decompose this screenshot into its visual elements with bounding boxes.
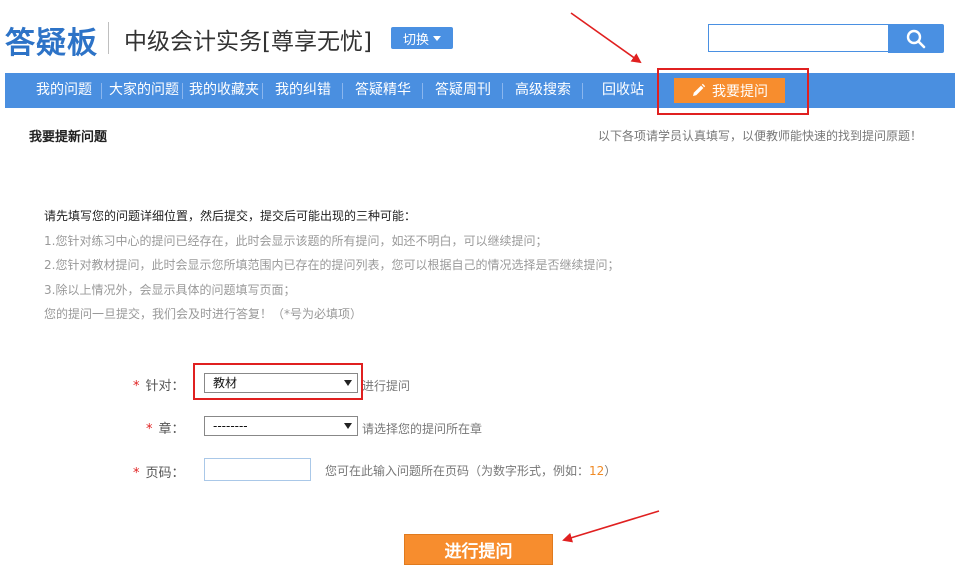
target-selected-value: 教材 bbox=[213, 376, 238, 390]
nav-divider bbox=[182, 83, 183, 99]
chevron-down-icon bbox=[344, 423, 352, 429]
nav-my-questions[interactable]: 我的问题 bbox=[36, 73, 92, 108]
nav-weekly[interactable]: 答疑周刊 bbox=[435, 73, 491, 108]
instructions-line: 您的提问一旦提交，我们会及时进行答复！（*号为必填项） bbox=[44, 307, 363, 321]
switch-label: 切换 bbox=[402, 32, 429, 48]
page-label-text: 页码： bbox=[145, 466, 185, 481]
ask-question-button[interactable]: 我要提问 bbox=[674, 78, 785, 103]
nav-advanced-search[interactable]: 高级搜索 bbox=[515, 73, 571, 108]
chevron-down-icon bbox=[344, 380, 352, 386]
required-mark: * bbox=[146, 422, 153, 437]
pencil-icon bbox=[693, 83, 706, 96]
nav-my-corrections[interactable]: 我的纠错 bbox=[275, 73, 331, 108]
instructions-line: 1.您针对练习中心的提问已经存在，此时会显示该题的所有提问，如还不明白，可以继续… bbox=[44, 233, 548, 248]
instructions-line: 请先填写您的问题详细位置，然后提交，提交后可能出现的三种可能： bbox=[44, 209, 417, 223]
nav-divider bbox=[101, 83, 102, 99]
page-hint-text: 您可在此输入问题所在页码（为数字形式，例如： bbox=[325, 464, 590, 478]
nav-divider bbox=[502, 83, 503, 99]
search-icon bbox=[906, 29, 926, 48]
page-example: 12 bbox=[589, 464, 605, 478]
page-hint-end: ） bbox=[604, 464, 617, 478]
instructions-line: 2.您针对教材提问，此时会显示您所填范围内已存在的提问列表，您可以根据自己的情况… bbox=[44, 258, 620, 272]
target-label: * 针对： bbox=[133, 375, 185, 394]
nav-divider bbox=[262, 83, 263, 99]
annotation-arrow bbox=[570, 12, 642, 64]
search-input[interactable] bbox=[708, 24, 888, 52]
required-mark: * bbox=[133, 379, 140, 394]
course-title: 中级会计实务[尊享无忧] bbox=[124, 29, 372, 55]
submit-question-button[interactable]: 进行提问 bbox=[404, 534, 553, 565]
site-logo[interactable]: 答疑板 bbox=[5, 18, 98, 62]
annotation-arrow bbox=[562, 510, 660, 543]
ask-question-label: 我要提问 bbox=[712, 83, 768, 100]
required-mark: * bbox=[133, 466, 140, 481]
nav-all-questions[interactable]: 大家的问题 bbox=[109, 73, 179, 108]
page-label: * 页码： bbox=[133, 462, 185, 481]
page-hint: 以下各项请学员认真填写，以便教师能快速的找到提问原题！ bbox=[597, 129, 922, 143]
instructions: 请先填写您的问题详细位置，然后提交，提交后可能出现的三种可能： 1.您针对练习中… bbox=[44, 204, 619, 327]
switch-course-button[interactable]: 切换 bbox=[391, 27, 453, 49]
chapter-hint: 请选择您的提问所在章 bbox=[362, 422, 483, 436]
caret-down-icon bbox=[433, 35, 441, 41]
nav-my-favorites[interactable]: 我的收藏夹 bbox=[189, 73, 259, 108]
target-label-text: 针对： bbox=[145, 379, 185, 394]
logo-divider bbox=[108, 22, 109, 54]
nav-divider bbox=[342, 83, 343, 99]
nav-recycle-bin[interactable]: 回收站 bbox=[602, 73, 644, 108]
page-hint: 您可在此输入问题所在页码（为数字形式，例如：12） bbox=[325, 462, 616, 479]
instructions-line: 3.除以上情况外，会显示具体的问题填写页面； bbox=[44, 282, 296, 297]
chapter-select[interactable]: -------- bbox=[204, 416, 358, 436]
chapter-label-text: 章： bbox=[158, 422, 185, 437]
page-number-input[interactable] bbox=[204, 458, 311, 481]
chapter-label: * 章： bbox=[146, 418, 185, 437]
nav-featured-answers[interactable]: 答疑精华 bbox=[355, 73, 411, 108]
target-hint: 进行提问 bbox=[362, 379, 411, 393]
search-button[interactable] bbox=[888, 24, 944, 53]
nav-divider bbox=[582, 83, 583, 99]
target-select[interactable]: 教材 bbox=[204, 373, 358, 393]
page-title: 我要提新问题 bbox=[29, 130, 108, 145]
main-nav: 我的问题 大家的问题 我的收藏夹 我的纠错 答疑精华 答疑周刊 高级搜索 回收站 bbox=[5, 73, 955, 108]
nav-divider bbox=[422, 83, 423, 99]
chapter-selected-value: -------- bbox=[213, 419, 248, 433]
